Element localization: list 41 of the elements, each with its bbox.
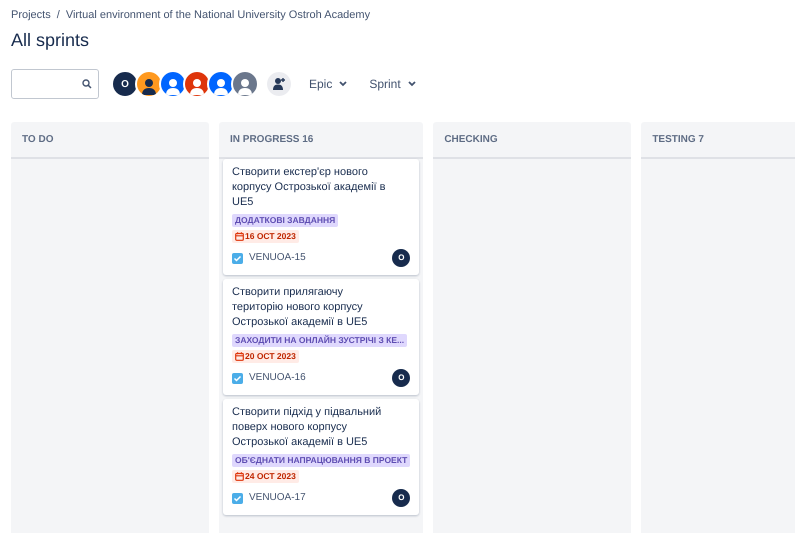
task-icon — [232, 372, 243, 384]
assignee-avatar: O — [392, 489, 410, 507]
issue-summary: Створити екстер'єр нового корпусу Острозької академії в UE5 — [232, 165, 386, 210]
issue-summary: Створити прилягаючу територію нового корпусу Острозької академії в UE5 — [232, 285, 368, 330]
breadcrumb-link[interactable]: Virtual environment of the National University Ostroh Academy — [66, 9, 370, 21]
column-title: IN PROGRESS 16 — [230, 134, 314, 145]
calendar-icon — [235, 232, 244, 241]
search-icon — [82, 79, 92, 89]
add-person-button[interactable] — [267, 72, 291, 96]
issue-key[interactable]: VENUOA-15 — [249, 252, 306, 264]
filter-dropdown[interactable]: Sprint — [365, 73, 420, 95]
search-field[interactable] — [11, 69, 99, 99]
issue-card[interactable]: Створити прилягаючу територію нового корпусу Острозької академії в UE5 ЗАХОДИТИ НА ОНЛАЙН ЗУСТРІЧІ З КЕ... 20 ОСТ 2023 VENUOA-16 O — [223, 279, 420, 395]
chevron-down-icon — [408, 81, 416, 87]
issue-card[interactable]: Створити підхід у підвальний поверх нового корпусу Острозької академії в UE5 ОБ'ЄДНАТИ НАПРАЦЮВАННЯ В ПРОЕКТ 24 ОСТ 2023 VENUOA-17 O — [223, 399, 420, 515]
issue-key[interactable]: VENUOA-17 — [249, 492, 306, 504]
breadcrumb-separator: / — [56, 9, 60, 21]
assignee-avatar: O — [392, 369, 410, 387]
breadcrumb-link[interactable]: Projects — [11, 9, 51, 21]
epic-tag: ЗАХОДИТИ НА ОНЛАЙН ЗУСТРІЧІ З КЕ... — [232, 334, 408, 347]
calendar-icon — [235, 472, 244, 481]
chevron-down-icon — [339, 81, 348, 87]
column-title: TESTING 7 — [652, 134, 704, 145]
page-title: All sprints — [11, 29, 90, 51]
issue-summary: Створити підхід у підвальний поверх нового корпусу Острозької академії в UE5 — [232, 405, 382, 450]
add-person-icon — [272, 77, 286, 91]
issue-card[interactable]: Створити екстер'єр нового корпусу Острозької академії в UE5 ДОДАТКОВІ ЗАВДАННЯ 16 ОСТ 2023 VENUOA-15 O — [223, 159, 420, 275]
task-icon — [232, 252, 243, 264]
due-date: 20 ОСТ 2023 — [232, 350, 299, 363]
issue-key[interactable]: VENUOA-16 — [249, 372, 306, 384]
due-date: 24 ОСТ 2023 — [232, 470, 299, 483]
task-icon — [232, 492, 243, 504]
column-title: TO DO — [22, 134, 54, 145]
assignee-avatar: O — [392, 249, 410, 267]
calendar-icon — [235, 352, 244, 361]
epic-tag: ОБ'ЄДНАТИ НАПРАЦЮВАННЯ В ПРОЕКТ — [232, 454, 410, 467]
filter-dropdown[interactable]: Epic — [305, 73, 352, 95]
avatar[interactable]: O — [111, 70, 139, 98]
epic-tag: ДОДАТКОВІ ЗАВДАННЯ — [232, 214, 338, 227]
column-title: CHECKING — [444, 134, 498, 145]
due-date: 16 ОСТ 2023 — [232, 230, 299, 243]
